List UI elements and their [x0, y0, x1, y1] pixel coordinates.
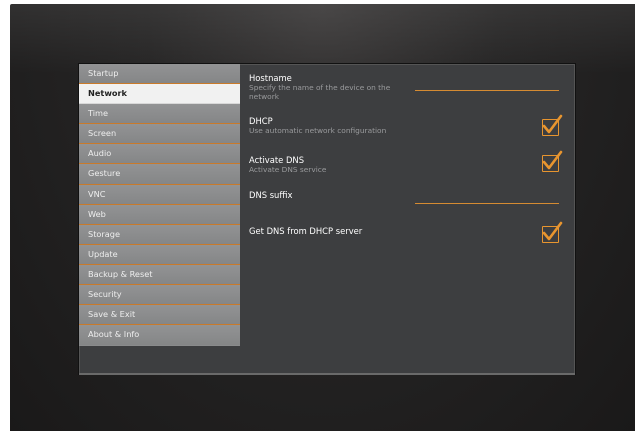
sidebar-item-security[interactable]: Security	[79, 285, 240, 306]
network-settings-panel: Hostname Specify the name of the device …	[249, 64, 575, 374]
sidebar-item-label: Time	[88, 108, 109, 119]
sidebar-item-vnc[interactable]: VNC	[79, 184, 240, 205]
sidebar-item-label: Web	[88, 208, 106, 219]
sidebar-item-label: Network	[88, 88, 127, 99]
dns-suffix-setting: DNS suffix	[249, 190, 565, 200]
dhcp-description: Use automatic network configuration	[249, 126, 387, 135]
sidebar-item-update[interactable]: Update	[79, 244, 240, 265]
sidebar-item-label: VNC	[88, 188, 106, 199]
sidebar-item-web[interactable]: Web	[79, 204, 240, 225]
dns-from-dhcp-checkbox[interactable]	[542, 221, 563, 243]
sidebar-item-time[interactable]: Time	[79, 104, 240, 125]
sidebar-item-storage[interactable]: Storage	[79, 224, 240, 245]
sidebar-item-label: Screen	[88, 128, 117, 139]
activate-dns-checkbox[interactable]	[542, 150, 563, 172]
settings-sidebar: Startup Network Time Screen Audio Gestur…	[79, 64, 240, 346]
sidebar-item-network[interactable]: Network	[79, 84, 240, 105]
sidebar-item-label: Update	[88, 248, 118, 259]
sidebar-item-label: Audio	[88, 148, 112, 159]
activate-dns-title: Activate DNS	[249, 155, 305, 165]
sidebar-item-backup-reset[interactable]: Backup & Reset	[79, 264, 240, 286]
sidebar-item-label: Storage	[88, 228, 121, 239]
dhcp-setting: DHCP Use automatic network configuration	[249, 116, 565, 135]
dns-from-dhcp-setting: Get DNS from DHCP server	[249, 226, 565, 236]
sidebar-item-label: Gesture	[88, 168, 121, 179]
checkmark-icon	[542, 221, 563, 241]
hostname-description: Specify the name of the device on the ne…	[249, 83, 391, 101]
dns-suffix-input[interactable]	[415, 203, 559, 204]
dns-suffix-title: DNS suffix	[249, 190, 293, 200]
checkmark-icon	[542, 150, 563, 170]
dhcp-title: DHCP	[249, 116, 273, 126]
activate-dns-setting: Activate DNS Activate DNS service	[249, 155, 565, 174]
sidebar-item-gesture[interactable]: Gesture	[79, 164, 240, 185]
screen-bottom-edge	[79, 373, 575, 375]
dns-from-dhcp-title: Get DNS from DHCP server	[249, 226, 363, 236]
sidebar-item-save-exit[interactable]: Save & Exit	[79, 305, 240, 326]
hostname-input[interactable]	[415, 90, 559, 91]
dhcp-checkbox[interactable]	[542, 114, 563, 136]
sidebar-item-about-info[interactable]: About & Info	[79, 325, 240, 346]
sidebar-item-startup[interactable]: Startup	[79, 64, 240, 85]
sidebar-item-label: About & Info	[88, 329, 140, 340]
sidebar-item-screen[interactable]: Screen	[79, 124, 240, 145]
sidebar-item-label: Security	[88, 289, 122, 300]
sidebar-item-label: Backup & Reset	[88, 268, 153, 279]
hostname-setting: Hostname Specify the name of the device …	[249, 73, 565, 101]
sidebar-item-label: Startup	[88, 68, 119, 78]
checkmark-icon	[542, 114, 563, 134]
sidebar-item-audio[interactable]: Audio	[79, 144, 240, 165]
activate-dns-description: Activate DNS service	[249, 165, 327, 174]
hostname-title: Hostname	[249, 73, 292, 83]
device-screen: Startup Network Time Screen Audio Gestur…	[79, 64, 575, 374]
sidebar-item-label: Save & Exit	[88, 309, 136, 320]
